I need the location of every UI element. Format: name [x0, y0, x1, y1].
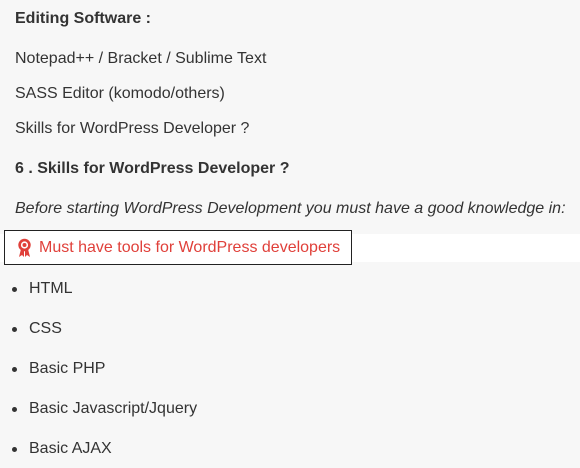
editor-item-skills: Skills for WordPress Developer ? [15, 120, 250, 137]
list-item: Basic Javascript/Jquery [12, 399, 197, 419]
list-item: Basic PHP [12, 359, 105, 379]
list-item-label: Basic PHP [29, 360, 106, 377]
skills-heading: 6 . Skills for WordPress Developer ? [15, 160, 290, 177]
bullet-icon [12, 446, 17, 452]
list-item: Basic AJAX [12, 439, 112, 459]
editor-item-sass: SASS Editor (komodo/others) [15, 85, 225, 102]
bullet-icon [12, 406, 17, 412]
list-item-label: Basic AJAX [29, 440, 112, 457]
editor-item-notepad: Notepad++ / Bracket / Sublime Text [15, 50, 267, 67]
bullet-icon [12, 366, 17, 372]
list-item: CSS [12, 319, 62, 339]
award-ribbon-icon [17, 238, 32, 258]
list-item: HTML [12, 279, 73, 299]
bullet-icon [12, 326, 17, 332]
list-item-label: HTML [29, 280, 73, 297]
bullet-icon [12, 286, 17, 292]
list-item-label: CSS [29, 320, 62, 337]
tools-callout-label: Must have tools for WordPress developers [39, 238, 341, 256]
list-item-label: Basic Javascript/Jquery [29, 400, 198, 417]
intro-text: Before starting WordPress Development yo… [15, 200, 566, 217]
editing-software-heading: Editing Software : [15, 10, 151, 27]
tools-callout-link[interactable]: Must have tools for WordPress developers [4, 230, 352, 265]
